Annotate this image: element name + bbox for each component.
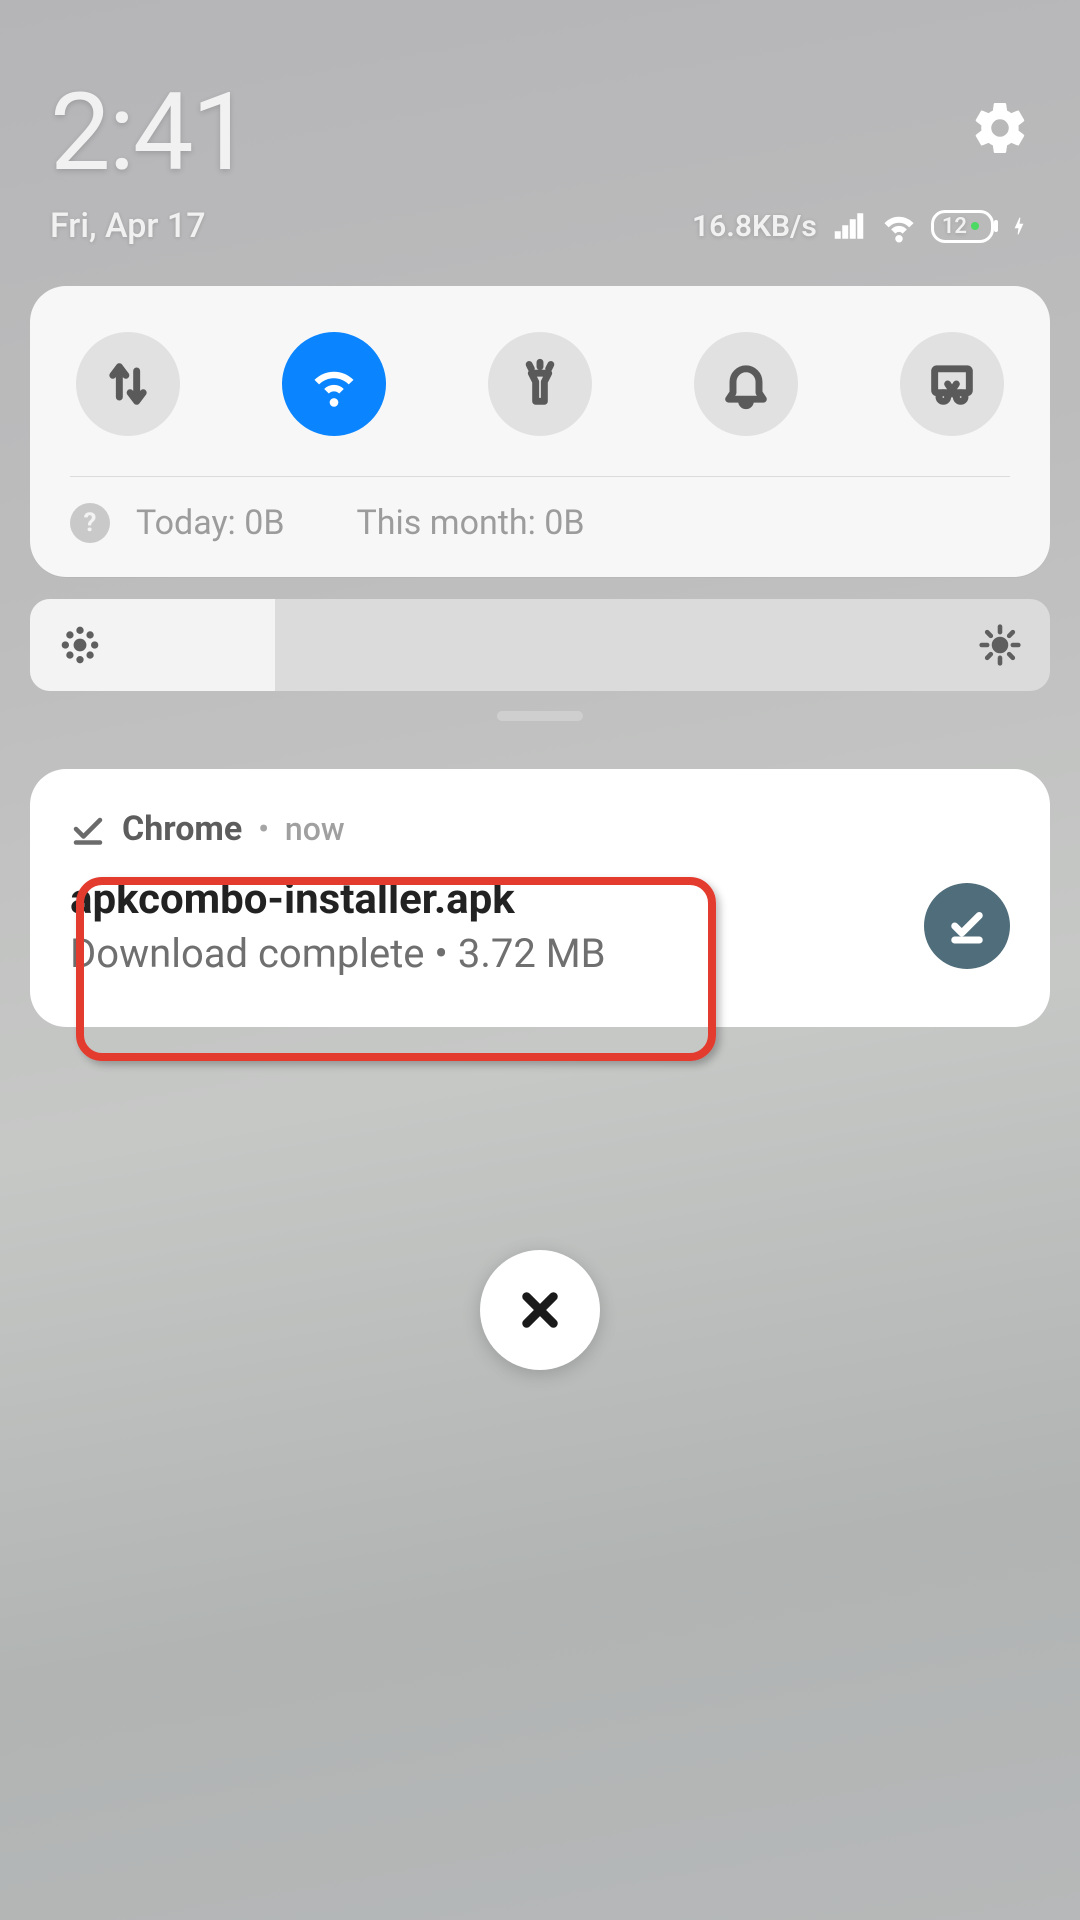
wifi-toggle[interactable] bbox=[282, 332, 386, 436]
screenshot-icon bbox=[926, 358, 978, 410]
clock-time: 2:41 bbox=[50, 70, 250, 196]
help-icon: ? bbox=[70, 503, 110, 543]
data-month: This month: 0B bbox=[357, 503, 585, 543]
check-underline-icon bbox=[946, 905, 988, 947]
flashlight-toggle[interactable] bbox=[488, 332, 592, 436]
download-complete-badge[interactable] bbox=[924, 883, 1010, 969]
notification-time: now bbox=[285, 810, 345, 848]
mobile-data-toggle[interactable] bbox=[76, 332, 180, 436]
notification-card[interactable]: Chrome • now apkcombo-installer.apk Down… bbox=[30, 769, 1050, 1027]
flashlight-icon bbox=[514, 358, 566, 410]
gear-icon bbox=[970, 98, 1030, 158]
brightness-low-icon bbox=[58, 623, 102, 667]
bell-icon bbox=[720, 358, 772, 410]
wifi-icon bbox=[881, 208, 917, 244]
settings-button[interactable] bbox=[970, 98, 1030, 158]
panel-drag-handle[interactable] bbox=[497, 711, 583, 721]
brightness-high-icon bbox=[978, 623, 1022, 667]
screenshot-toggle[interactable] bbox=[900, 332, 1004, 436]
close-icon bbox=[517, 1287, 563, 1333]
clear-all-button[interactable] bbox=[480, 1250, 600, 1370]
notification-header: Chrome • now bbox=[70, 809, 1010, 849]
status-date: Fri, Apr 17 bbox=[50, 206, 206, 246]
network-speed: 16.8KB/s bbox=[692, 209, 817, 244]
charging-icon bbox=[1008, 211, 1030, 241]
signal-icon bbox=[831, 208, 867, 244]
dnd-toggle[interactable] bbox=[694, 332, 798, 436]
updown-arrows-icon bbox=[102, 358, 154, 410]
wifi-icon bbox=[308, 358, 360, 410]
battery-level: 12 bbox=[942, 214, 967, 239]
download-done-icon bbox=[70, 811, 106, 847]
brightness-slider[interactable] bbox=[30, 599, 1050, 691]
battery-dot-icon bbox=[971, 222, 979, 230]
notification-title: apkcombo-installer.apk bbox=[70, 875, 606, 924]
quick-settings-panel: ? Today: 0B This month: 0B bbox=[30, 286, 1050, 577]
notification-app-name: Chrome bbox=[122, 809, 242, 849]
data-usage-row[interactable]: ? Today: 0B This month: 0B bbox=[30, 477, 1050, 577]
notification-subtitle: Download complete • 3.72 MB bbox=[70, 930, 606, 977]
status-bar-right: 16.8KB/s 12 bbox=[692, 208, 1030, 244]
data-today: Today: 0B bbox=[136, 503, 285, 543]
battery-indicator: 12 bbox=[931, 210, 994, 243]
